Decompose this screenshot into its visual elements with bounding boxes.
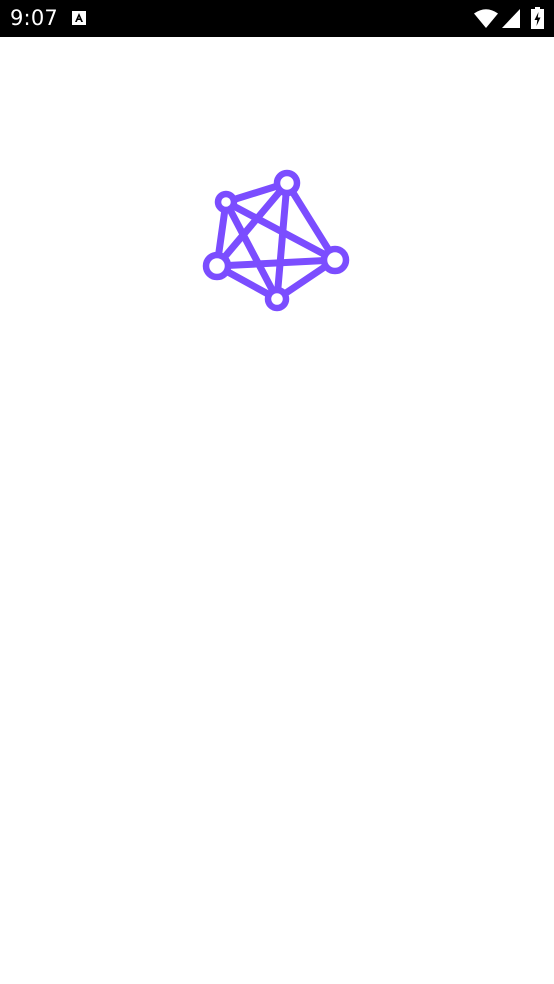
- notification-a-icon: [72, 11, 86, 25]
- network-nodes-icon: [202, 169, 350, 312]
- wifi-icon: [474, 9, 498, 28]
- status-time: 9:07: [10, 6, 58, 30]
- signal-icon: [502, 9, 520, 28]
- status-bar: 9:07: [0, 0, 554, 37]
- splash-screen: [0, 37, 554, 984]
- battery-charging-icon: [531, 7, 544, 29]
